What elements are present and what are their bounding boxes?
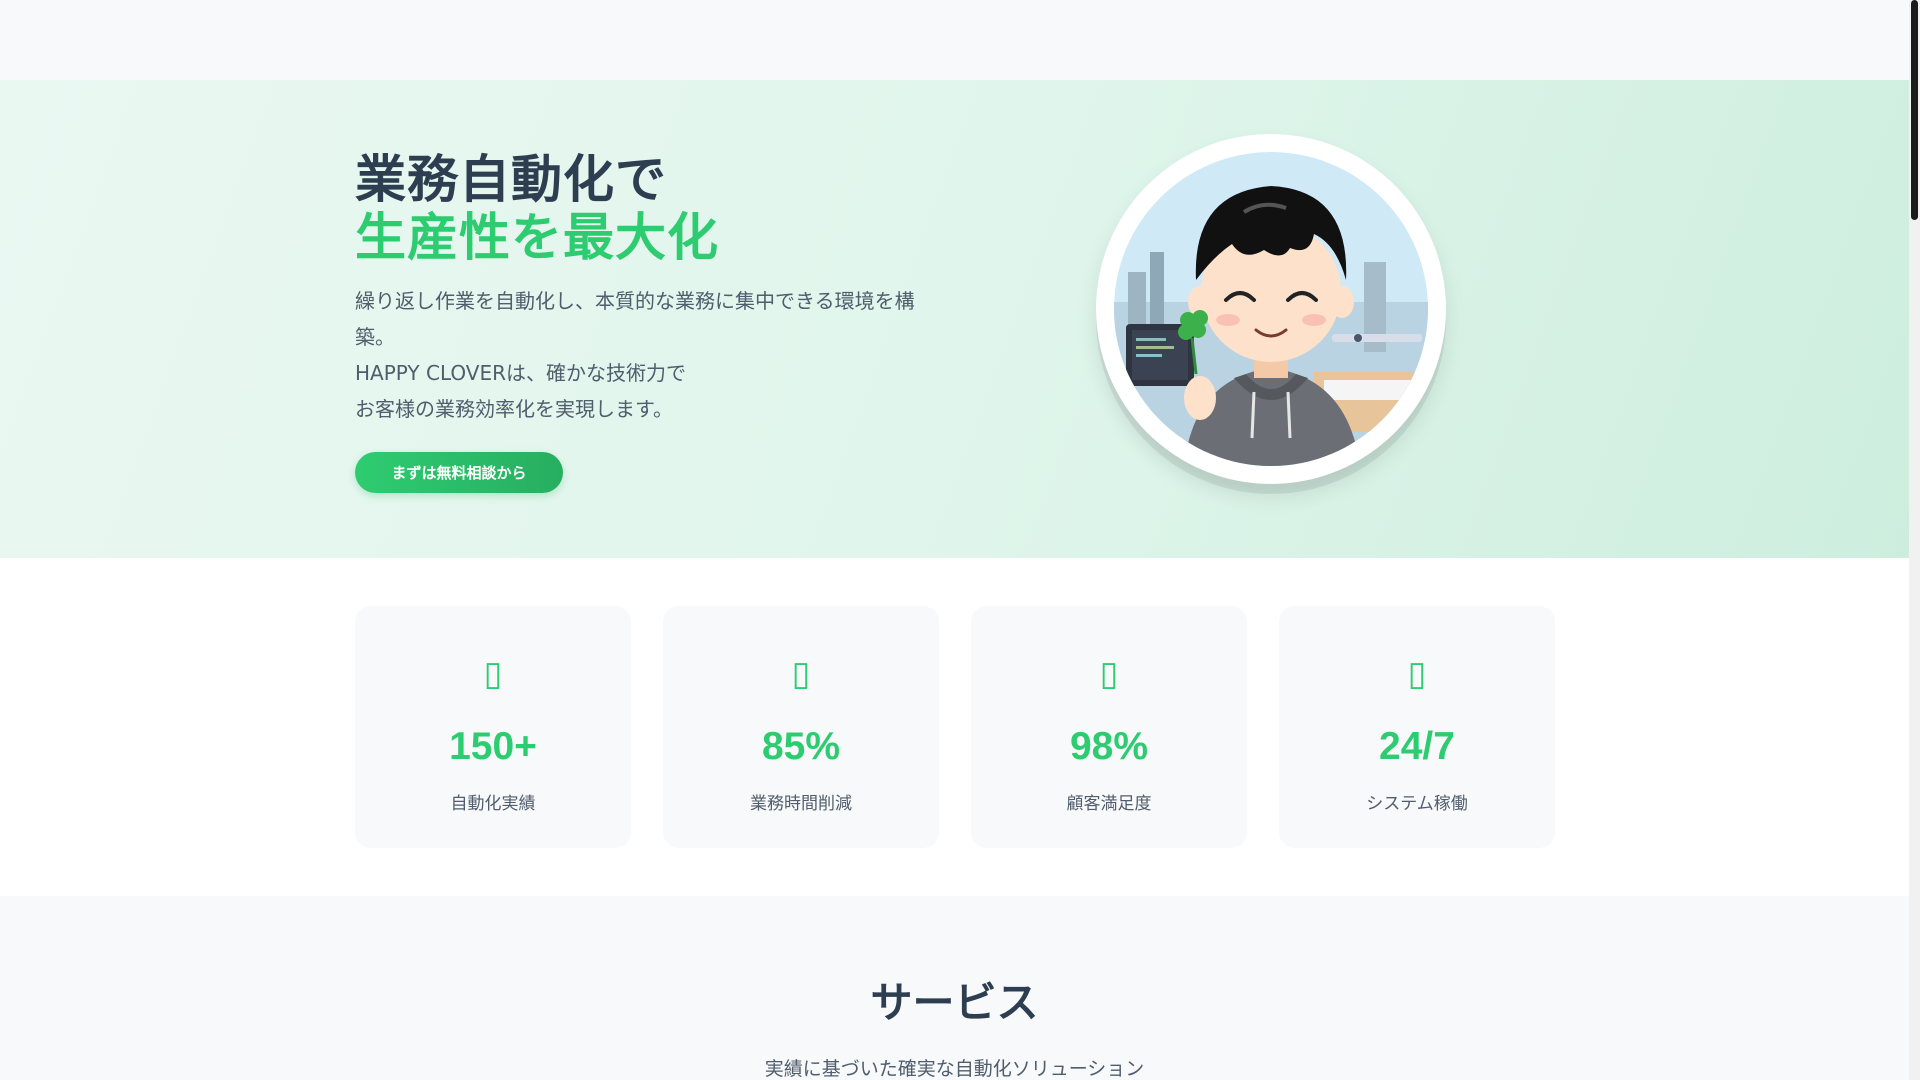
stat-value: 24/7 [1379,725,1455,768]
free-consultation-button[interactable]: まずは無料相談から [355,452,563,493]
stat-label: 自動化実績 [450,794,536,814]
stat-card-satisfaction: ▯ 98% 顧客満足度 [971,606,1247,848]
stat-card-time-reduction: ▯ 85% 業務時間削減 [663,606,939,848]
page: 業務自動化で 生産性を最大化 繰り返し作業を自動化し、本質的な業務に集中できる環… [0,0,1909,1080]
stat-card-automation: ▯ 150+ 自動化実績 [355,606,631,848]
services-subtitle: 実績に基づいた確実な自動化ソリューション [764,1058,1145,1080]
hero-desc-line3: お客様の業務効率化を実現します。 [355,397,673,421]
stat-label: 顧客満足度 [1066,794,1152,814]
vertical-scrollbar[interactable] [1909,0,1920,1080]
stat-label: 業務時間削減 [750,794,852,814]
hero-description: 繰り返し作業を自動化し、本質的な業務に集中できる環境を構築。 HAPPY CLO… [355,283,925,427]
hero-title-line2: 生産性を最大化 [355,209,720,268]
avatar [1096,134,1446,484]
clock-icon: ▯ [791,654,811,694]
smile-icon: ▯ [1099,654,1119,694]
hero-title: 業務自動化で 生産性を最大化 [355,152,719,268]
hero-desc-line2: HAPPY CLOVERは、確かな技術力で [355,361,686,385]
scrollbar-thumb[interactable] [1911,0,1918,220]
stat-label: システム稼働 [1366,794,1468,814]
hero-title-line1: 業務自動化で [355,151,668,210]
stats-row: ▯ 150+ 自動化実績 ▯ 85% 業務時間削減 ▯ 98% 顧客満足度 ▯ … [355,606,1555,848]
hero-section [0,80,1909,558]
services-section: サービス 実績に基づいた確実な自動化ソリューション [0,896,1909,1080]
server-icon: ▯ [1407,654,1427,694]
stat-value: 150+ [449,725,537,768]
stat-value: 85% [761,725,841,768]
services-title: サービス [870,978,1039,1027]
stat-card-uptime: ▯ 24/7 システム稼働 [1279,606,1555,848]
character-avatar-illustration [1114,152,1428,466]
stat-value: 98% [1069,725,1149,768]
site-header [0,0,1909,80]
robot-icon: ▯ [483,654,503,694]
hero-desc-line1: 繰り返し作業を自動化し、本質的な業務に集中できる環境を構築。 [355,289,915,349]
